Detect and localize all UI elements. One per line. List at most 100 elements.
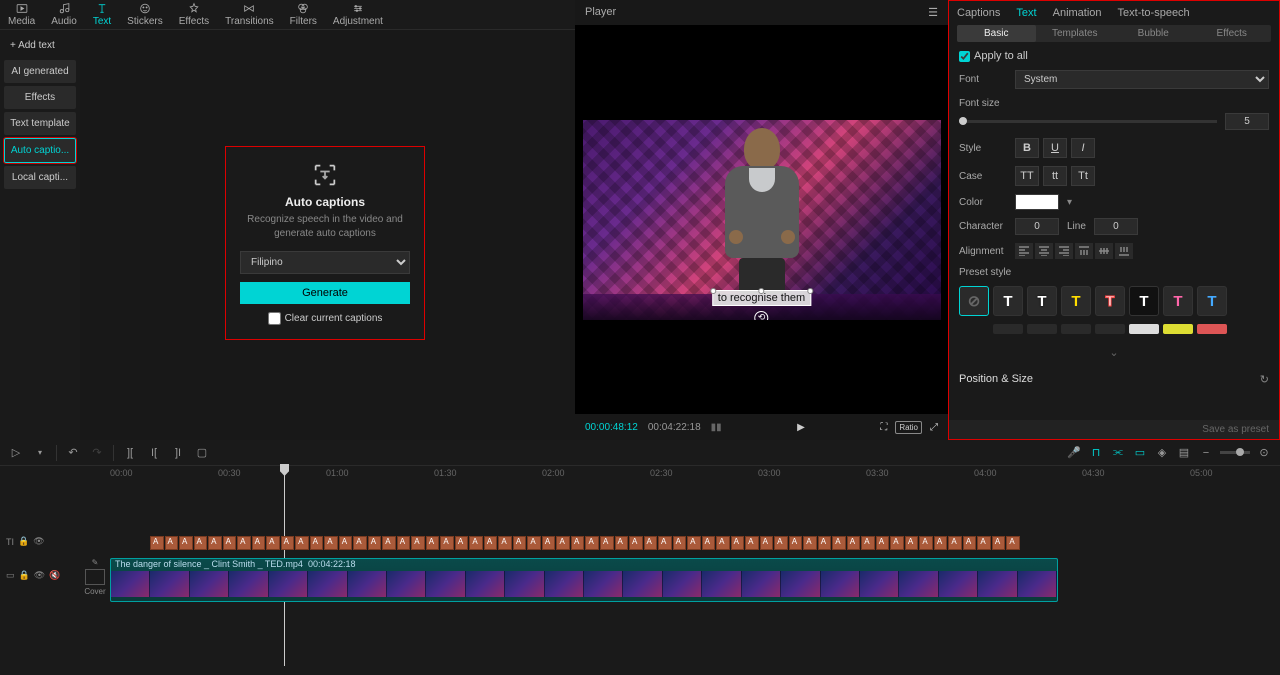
crop-button[interactable]: ▢	[194, 445, 210, 461]
cover-button[interactable]: ✎ Cover	[84, 558, 106, 596]
subtab-bubble[interactable]: Bubble	[1114, 25, 1193, 42]
caption-segment[interactable]	[963, 536, 977, 550]
caption-segment[interactable]	[876, 536, 890, 550]
scale-icon[interactable]: ⛶	[880, 422, 887, 433]
caption-segment[interactable]	[368, 536, 382, 550]
expand-presets-icon[interactable]: ⌄	[959, 346, 1269, 359]
caption-segment[interactable]	[600, 536, 614, 550]
zoom-fit[interactable]: ⊙	[1256, 445, 1272, 461]
caption-segment[interactable]	[731, 536, 745, 550]
align-bottom[interactable]	[1115, 243, 1133, 259]
generate-button[interactable]: Generate	[240, 282, 410, 304]
caption-segment[interactable]	[266, 536, 280, 550]
eye-icon[interactable]: 👁	[34, 570, 45, 581]
case-title[interactable]: Tt	[1071, 166, 1095, 186]
tab-filters[interactable]: Filters	[282, 0, 325, 29]
underline-button[interactable]: U	[1043, 138, 1067, 158]
lock-icon[interactable]: 🔒	[18, 536, 29, 547]
caption-segment[interactable]	[411, 536, 425, 550]
prop-tab-animation[interactable]: Animation	[1053, 7, 1102, 19]
preset-b1[interactable]	[993, 324, 1023, 334]
ratio-button[interactable]: Ratio	[895, 421, 922, 434]
clear-captions-checkbox[interactable]: Clear current captions	[240, 312, 410, 325]
position-size-label[interactable]: Position & Size	[959, 373, 1033, 386]
language-select[interactable]: Filipino	[240, 251, 410, 274]
caption-segment[interactable]	[382, 536, 396, 550]
line-input[interactable]	[1094, 218, 1138, 235]
caption-segment[interactable]	[542, 536, 556, 550]
align-top[interactable]	[1075, 243, 1093, 259]
preset-7[interactable]: T	[1163, 286, 1193, 316]
video-track-head[interactable]: ▭ 🔒 👁 🔇	[0, 570, 76, 581]
magnet-icon[interactable]: ⊓	[1088, 445, 1104, 461]
caption-segment[interactable]	[571, 536, 585, 550]
tab-transitions[interactable]: Transitions	[217, 0, 282, 29]
marker-icon[interactable]: ◈	[1154, 445, 1170, 461]
mute-icon[interactable]: 🔇	[49, 570, 60, 581]
caption-segment[interactable]	[629, 536, 643, 550]
caption-segment[interactable]	[295, 536, 309, 550]
preset-b5[interactable]	[1129, 324, 1159, 334]
caption-segment[interactable]	[252, 536, 266, 550]
caption-segment[interactable]	[150, 536, 164, 550]
caption-segment[interactable]	[992, 536, 1006, 550]
fontsize-input[interactable]	[1225, 113, 1269, 130]
undo-button[interactable]: ↶	[65, 445, 81, 461]
caption-segment[interactable]	[208, 536, 222, 550]
subtab-basic[interactable]: Basic	[957, 25, 1036, 42]
caption-segment[interactable]	[745, 536, 759, 550]
preview-icon[interactable]: ▭	[1132, 445, 1148, 461]
preset-b7[interactable]	[1197, 324, 1227, 334]
caption-segment[interactable]	[977, 536, 991, 550]
caption-segment[interactable]	[556, 536, 570, 550]
caption-segment[interactable]	[818, 536, 832, 550]
tab-audio[interactable]: Audio	[43, 0, 85, 29]
preset-b4[interactable]	[1095, 324, 1125, 334]
character-input[interactable]	[1015, 218, 1059, 235]
caption-segment[interactable]	[165, 536, 179, 550]
preset-b3[interactable]	[1061, 324, 1091, 334]
caption-segment[interactable]	[237, 536, 251, 550]
caption-segment[interactable]	[934, 536, 948, 550]
caption-segment[interactable]	[484, 536, 498, 550]
caption-segment[interactable]	[455, 536, 469, 550]
video-clip[interactable]: The danger of silence _ Clint Smith _ TE…	[110, 558, 1058, 602]
caption-segment[interactable]	[658, 536, 672, 550]
eye-icon[interactable]: 👁	[33, 536, 44, 547]
timeline-ruler[interactable]: 00:00 00:30 01:00 01:30 02:00 02:30 03:0…	[0, 466, 1280, 482]
caption-track-head[interactable]: TI 🔒 👁	[0, 536, 76, 547]
caption-segment[interactable]	[832, 536, 846, 550]
caption-segment[interactable]	[673, 536, 687, 550]
bold-button[interactable]: B	[1015, 138, 1039, 158]
caption-segment[interactable]	[498, 536, 512, 550]
preset-5[interactable]: T	[1095, 286, 1125, 316]
caption-segment[interactable]	[194, 536, 208, 550]
caption-segment[interactable]	[310, 536, 324, 550]
prop-tab-text[interactable]: Text	[1016, 7, 1036, 19]
case-upper[interactable]: TT	[1015, 166, 1039, 186]
caption-segment[interactable]	[324, 536, 338, 550]
sidebar-ai-generated[interactable]: AI generated	[4, 60, 76, 83]
preset-2[interactable]: T	[993, 286, 1023, 316]
case-lower[interactable]: tt	[1043, 166, 1067, 186]
split-button[interactable]: ]​[	[122, 445, 138, 461]
prop-tab-tts[interactable]: Text-to-speech	[1118, 7, 1190, 19]
italic-button[interactable]: I	[1071, 138, 1095, 158]
split-left[interactable]: I[	[146, 445, 162, 461]
preset-8[interactable]: T	[1197, 286, 1227, 316]
caption-segment[interactable]	[353, 536, 367, 550]
caption-segment[interactable]	[702, 536, 716, 550]
zoom-slider[interactable]	[1220, 451, 1250, 454]
preset-4[interactable]: T	[1061, 286, 1091, 316]
player-viewport[interactable]: to recognise them ⟲	[575, 25, 948, 414]
color-swatch[interactable]	[1015, 194, 1059, 210]
caption-segment[interactable]	[469, 536, 483, 550]
caption-segment[interactable]	[615, 536, 629, 550]
align-left[interactable]	[1015, 243, 1033, 259]
rotate-handle-icon[interactable]: ⟲	[755, 311, 769, 320]
tab-media[interactable]: Media	[0, 0, 43, 29]
caption-segment[interactable]	[426, 536, 440, 550]
caption-segment[interactable]	[948, 536, 962, 550]
subtab-templates[interactable]: Templates	[1036, 25, 1115, 42]
tab-effects[interactable]: Effects	[171, 0, 217, 29]
